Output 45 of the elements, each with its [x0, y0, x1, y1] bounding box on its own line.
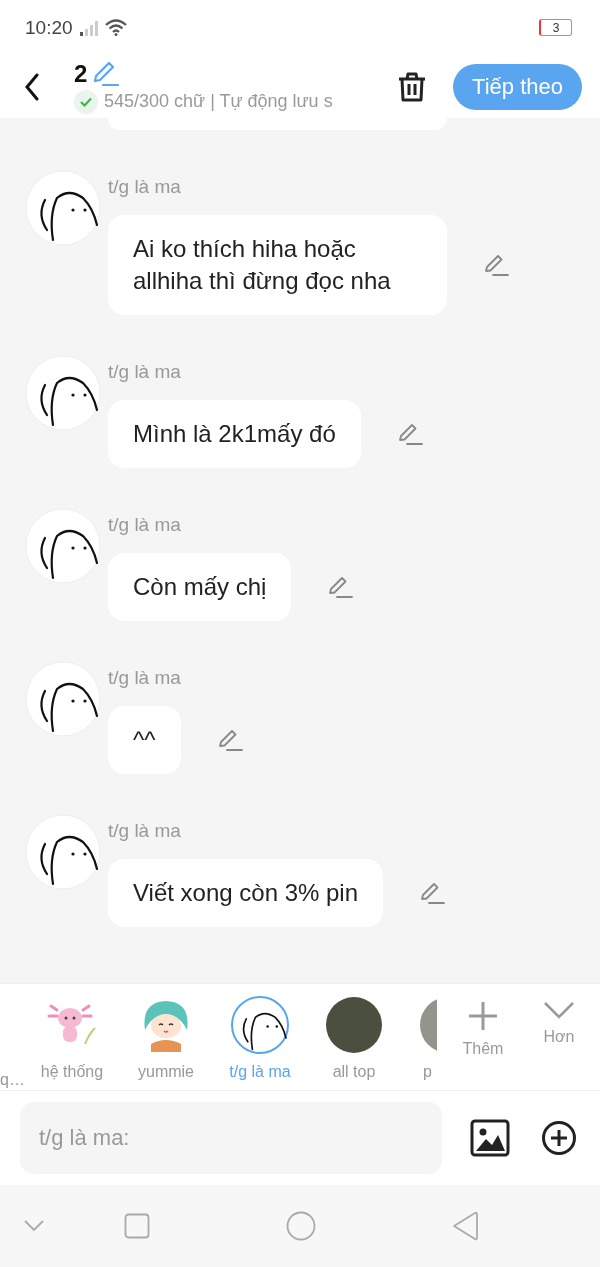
author-name: t/g là ma — [108, 175, 182, 199]
add-character-button[interactable]: Thêm — [442, 984, 524, 1090]
word-count-text: 545/300 chữ | Tự động lưu s — [104, 91, 333, 112]
chevron-down-icon — [543, 1000, 575, 1020]
trash-icon — [397, 70, 428, 103]
collapse-icon[interactable] — [24, 1220, 44, 1232]
battery-level: 3 — [539, 19, 572, 36]
add-button[interactable] — [541, 1120, 577, 1156]
character-tab[interactable]: q… — [0, 984, 25, 1090]
wifi-icon — [104, 19, 127, 36]
edit-icon[interactable] — [483, 253, 509, 277]
avatar-drawing — [231, 996, 289, 1054]
back-nav-icon[interactable] — [452, 1211, 478, 1241]
message-input-field[interactable]: t/g là ma: — [20, 1102, 442, 1174]
message-bubble: ^^ — [108, 706, 181, 774]
next-button[interactable]: Tiếp theo — [453, 63, 582, 110]
recent-apps-icon[interactable] — [124, 1213, 150, 1239]
plus-icon — [467, 1000, 499, 1032]
author-name: t/g là ma — [108, 513, 182, 537]
character-tab[interactable]: yummie — [119, 984, 213, 1090]
more-button[interactable]: Hơn — [524, 984, 594, 1090]
back-icon — [24, 72, 40, 101]
author-name: t/g là ma — [108, 819, 182, 843]
character-tab[interactable]: all top — [307, 984, 401, 1090]
author-name: t/g là ma — [108, 360, 182, 384]
message-bubble: Ai ko thích hiha hoặc allhiha thì đừng đọc nha — [108, 215, 447, 315]
chapter-title: 2 — [74, 59, 88, 88]
photo-placeholder — [325, 996, 383, 1054]
message-bubble: Mình là 2k1mấy đó — [108, 400, 361, 468]
message-bubble: Viết xong còn 3% pin — [108, 859, 384, 927]
character-tab[interactable]: hệ thống — [25, 984, 119, 1090]
author-name: t/g là ma — [108, 666, 182, 690]
message-bubble: Còn mấy chị — [108, 553, 292, 621]
insert-image-button[interactable] — [470, 1119, 510, 1157]
home-icon[interactable] — [286, 1211, 316, 1241]
signal-icon — [78, 19, 99, 36]
character-tab[interactable]: p — [401, 984, 441, 1090]
edit-icon[interactable] — [419, 881, 446, 905]
character-tab[interactable]: t/g là ma — [213, 984, 307, 1090]
edit-icon[interactable] — [216, 728, 243, 752]
edit-icon[interactable] — [327, 575, 354, 599]
status-time: 10:20 — [25, 16, 73, 39]
pencil-icon[interactable] — [91, 60, 120, 87]
edit-icon[interactable] — [396, 422, 423, 446]
delete-button[interactable] — [397, 70, 428, 103]
